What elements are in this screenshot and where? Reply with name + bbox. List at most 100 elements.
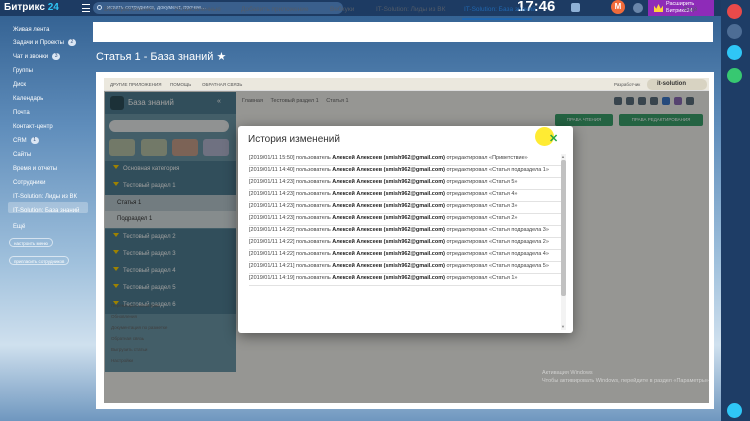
tab-4[interactable]: Вебхуки [330,0,354,20]
it-solution-logo[interactable]: it-solution [647,79,707,90]
sidebar-item-3[interactable]: Чат и звонки 3 [13,52,61,63]
history-list[interactable]: [2019/01/11 15:50] пользователь Алексей … [249,154,561,330]
history-prefix: пользователь [296,227,331,233]
sidebar-item-9[interactable]: CRM 1 [13,136,39,147]
help-icon[interactable] [633,3,643,13]
logo-text: Битрикс [4,2,45,13]
developer-label: Разработчик [614,82,641,87]
tab-1[interactable]: Все приложения [104,0,154,20]
sidebar-badge: 3 [52,53,61,60]
history-entry: [2019/01/11 14:23] пользователь Алексей … [249,214,561,226]
sidebar-item-label: Ещё [13,224,26,230]
sidebar-item-label: Контакт-центр [13,124,53,130]
sidebar-item-1[interactable]: Живая лента [13,25,49,36]
history-timestamp: [2019/01/11 14:22] [249,251,295,257]
sidebar-item-8[interactable]: Контакт-центр [13,122,53,133]
sidebar-item-label: Сайты [13,152,32,158]
app-top-links: ДРУГИЕ ПРИЛОЖЕНИЯ ПОМОЩЬ ОБРАТНАЯ СВЯЗЬ … [104,78,709,91]
search-icon [97,5,102,10]
history-timestamp: [2019/01/11 14:22] [249,227,295,233]
sidebar-item-10[interactable]: Сайты [13,150,31,161]
history-entry: [2019/01/11 14:22] пользователь Алексей … [249,226,561,238]
sidebar-item-11[interactable]: Время и отчеты [13,164,57,175]
sidebar-item-14[interactable]: IT-Solution: База знаний [13,206,79,217]
history-entry: [2019/01/11 15:50] пользователь Алексей … [249,154,561,166]
history-prefix: пользователь [296,167,331,173]
history-user: Алексей Алексеев (smish962@gmail.com) [332,167,445,173]
close-icon[interactable]: ✕ [549,134,559,145]
history-action: отредактировал «Статья 4» [446,191,518,197]
link-help[interactable]: ПОМОЩЬ [170,78,191,91]
sidebar-item-5[interactable]: Диск [13,80,26,91]
history-timestamp: [2019/01/11 14:40] [249,167,295,173]
history-entry: [2019/01/11 14:23] пользователь Алексей … [249,190,561,202]
sidebar-item-label: Живая лента [13,27,50,33]
sidebar-item-label: Почта [13,110,30,116]
sidebar-badge: 2 [67,39,76,46]
scroll-up-icon[interactable]: ▲ [561,154,565,159]
tab-6[interactable]: IT-Solution: База знаний [464,0,536,20]
history-entry: [2019/01/11 14:19] пользователь Алексей … [249,274,561,286]
sidebar-item-4[interactable]: Группы [13,66,33,77]
link-other-apps[interactable]: ДРУГИЕ ПРИЛОЖЕНИЯ [110,78,161,91]
phone-icon[interactable] [727,68,742,83]
history-entry: [2019/01/11 14:22] пользователь Алексей … [249,250,561,262]
tab-2[interactable]: Установленные [174,0,221,20]
windows-activation-watermark: Активация Windows Чтобы активировать Win… [542,369,710,385]
scroll-down-icon[interactable]: ▼ [561,324,565,329]
invite-button[interactable]: пригласить сотрудников [9,256,70,265]
sidebar-item-12[interactable]: Сотрудники [13,178,46,189]
history-prefix: пользователь [296,179,331,185]
watermark-text: Чтобы активировать Windows, перейдите в … [542,378,711,384]
history-action: отредактировал «Статья подраздела 3» [446,227,549,233]
history-timestamp: [2019/01/11 14:23] [249,215,295,221]
history-action: отредактировал «Статья 3» [446,203,518,209]
history-prefix: пользователь [296,251,331,257]
logo-number: 24 [47,2,59,13]
history-prefix: пользователь [296,155,331,161]
modal-title: История изменений [248,134,340,145]
sidebar-item-2[interactable]: Задачи и Проекты 2 [13,38,76,49]
notifications-icon[interactable] [571,3,580,12]
sidebar-item-6[interactable]: Календарь [13,94,43,105]
scrollbar-thumb[interactable] [561,160,566,296]
history-entry: [2019/01/11 14:23] пользователь Алексей … [249,202,561,214]
setup-menu-button[interactable]: настроить меню [9,238,53,247]
sidebar-item-label: IT-Solution: База знаний [13,208,80,214]
history-action: отредактировал «Статья 2» [446,215,518,221]
tab-5[interactable]: IT-Solution: Лиды из ВК [376,0,445,20]
history-timestamp: [2019/01/11 14:23] [249,203,295,209]
tab-3[interactable]: Добавить приложение [241,0,309,20]
sidebar-item-13[interactable]: IT-Solution: Лиды из ВК [13,192,77,203]
history-action: отредактировал «Приветствие» [446,155,528,161]
watermark-title: Активация Windows [542,370,593,376]
history-entry: [2019/01/11 14:40] пользователь Алексей … [249,166,561,178]
history-user: Алексей Алексеев (smish962@gmail.com) [332,179,445,185]
history-action: отредактировал «Статья подраздела 1» [446,167,549,173]
chat-icon[interactable] [727,45,742,60]
bitrix24-logo[interactable]: Битрикс 24 [4,0,59,16]
active-tab-indicator [462,18,532,20]
right-panel-icon[interactable] [727,24,742,39]
hamburger-menu-icon[interactable] [82,4,90,12]
app-tabs [93,22,713,42]
link-feedback[interactable]: ОБРАТНАЯ СВЯЗЬ [202,78,242,91]
sidebar-item-7[interactable]: Почта [13,108,30,119]
history-user: Алексей Алексеев (smish962@gmail.com) [332,251,445,257]
open-lines-icon[interactable] [727,403,742,418]
tab-more[interactable]: Ещё [684,0,697,20]
sidebar-item-15[interactable]: Ещё [13,222,25,233]
history-prefix: пользователь [296,191,331,197]
history-user: Алексей Алексеев (smish962@gmail.com) [332,203,445,209]
history-user: Алексей Алексеев (smish962@gmail.com) [332,215,445,221]
user-avatar[interactable]: M [611,0,625,14]
sidebar-item-label: Чат и звонки [13,54,49,60]
notification-icon[interactable] [727,4,742,19]
history-prefix: пользователь [296,263,331,269]
sidebar-item-label: Календарь [13,96,44,102]
sidebar-badge: 1 [30,137,39,144]
sidebar-item-label: CRM [13,138,27,144]
history-user: Алексей Алексеев (smish962@gmail.com) [332,239,445,245]
history-timestamp: [2019/01/11 14:21] [249,263,295,269]
sidebar-item-label: Диск [13,82,27,88]
